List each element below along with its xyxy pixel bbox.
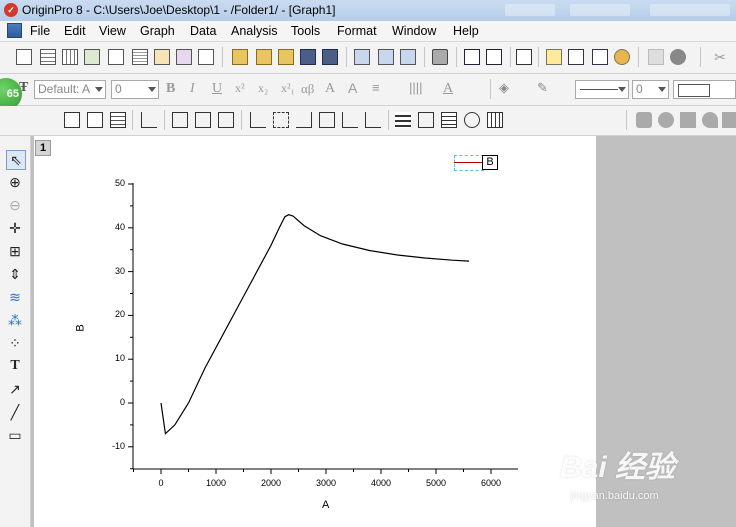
y-tick-label: 50 [114,178,125,188]
y-tick-label: -10 [111,440,125,451]
series-b-line [160,214,470,435]
legend[interactable]: B [454,155,498,171]
y-axis-title[interactable]: B [75,324,87,331]
x-tick-label: 4000 [370,478,392,488]
legend-line-sample [454,162,482,163]
y-tick-label: 10 [114,353,125,364]
x-tick-label: 5000 [425,478,447,488]
x-tick-label: 3000 [315,478,337,488]
x-axis-title[interactable]: A [322,499,329,511]
y-tick-label: 0 [119,397,125,407]
y-tick-label: 20 [114,309,125,320]
tick-marks [128,183,492,474]
x-tick-label: 1000 [205,478,227,488]
watermark-brand: Bai 经验 [560,451,676,484]
legend-label: B [482,155,498,170]
x-tick-label: 2000 [260,478,282,488]
x-tick-label: 0 [158,478,164,488]
y-tick-label: 30 [114,265,125,276]
watermark: Bai 经验 jingyan.baidu.com [560,440,730,520]
watermark-url: jingyan.baidu.com [570,490,659,502]
x-tick-label: 6000 [480,478,502,488]
legend-selection [454,155,484,171]
y-tick-label: 40 [114,221,125,232]
